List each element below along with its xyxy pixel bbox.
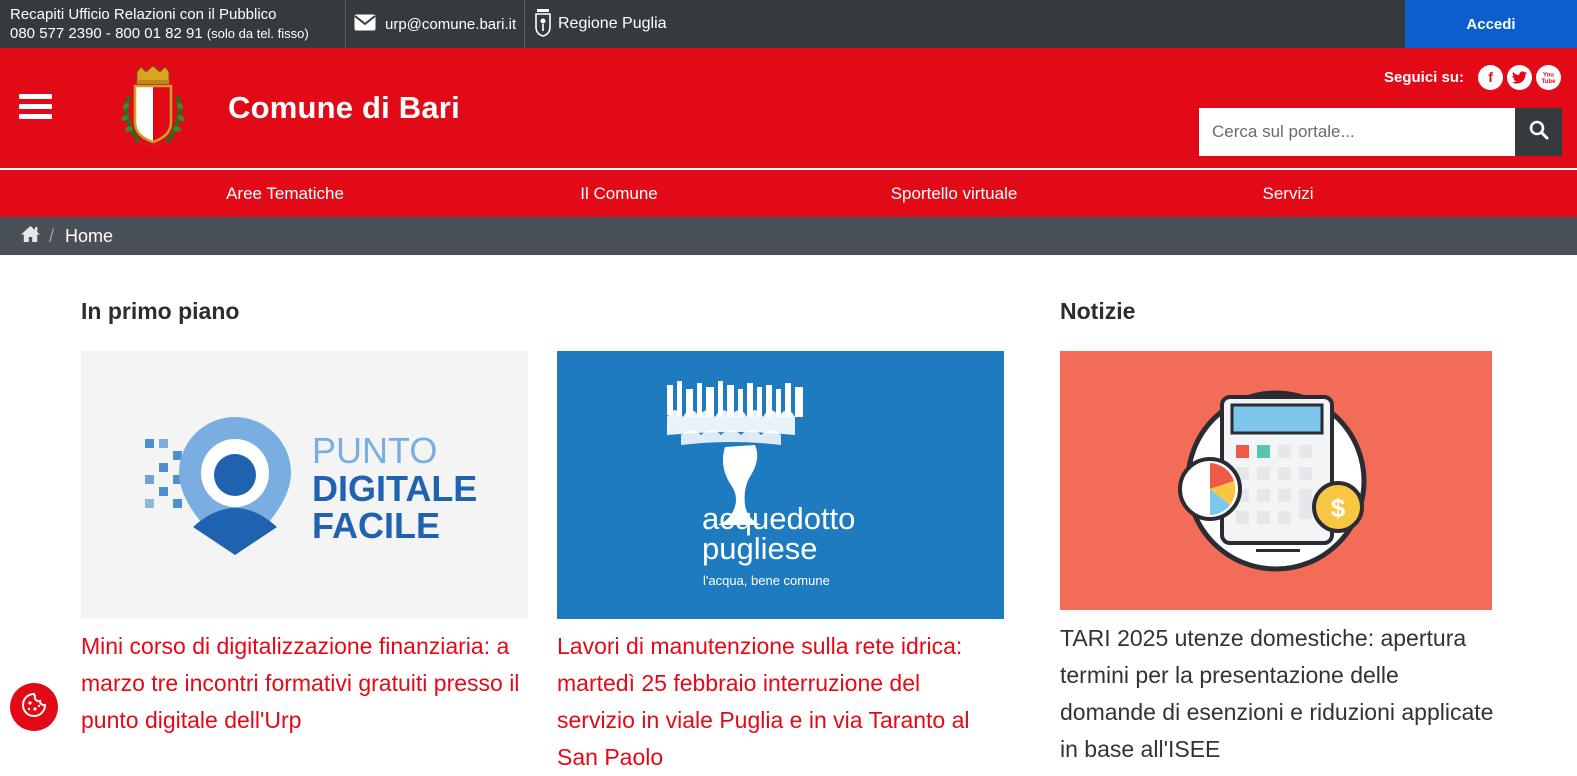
svg-text:$: $: [1331, 493, 1346, 523]
urp-contacts: Recapiti Ufficio Relazioni con il Pubbli…: [10, 5, 309, 43]
email-address: urp@comune.bari.it: [385, 15, 517, 33]
breadcrumb: / Home: [0, 217, 1577, 255]
nav-item-sportello-virtuale[interactable]: Sportello virtuale: [891, 170, 1018, 217]
nav-item-aree-tematiche[interactable]: Aree Tematiche: [226, 170, 344, 217]
logo-text-pugliese: pugliese: [702, 531, 817, 566]
nav-item-servizi[interactable]: Servizi: [1262, 170, 1313, 217]
search-icon: [1529, 120, 1549, 145]
regione-puglia-link[interactable]: Regione Puglia: [534, 0, 667, 48]
card-title-manutenzione-rete-idrica[interactable]: Lavori di manutenzione sulla rete idrica…: [557, 628, 1004, 776]
breadcrumb-current: Home: [65, 225, 114, 246]
divider: [524, 0, 525, 48]
regione-label: Regione Puglia: [558, 15, 667, 32]
main-navigation: Aree Tematiche Il Comune Sportello virtu…: [0, 170, 1577, 217]
urp-phone-note: (solo da tel. fisso): [206, 26, 309, 41]
svg-text:Tube: Tube: [1542, 79, 1556, 85]
follow-label: Seguici su:: [1384, 68, 1465, 86]
search-input[interactable]: [1199, 108, 1515, 156]
site-title[interactable]: Comune di Bari: [228, 90, 460, 126]
logo-text-facile: FACILE: [312, 505, 440, 546]
logo-text-punto: PUNTO: [312, 430, 437, 471]
email-link[interactable]: urp@comune.bari.it: [354, 0, 516, 48]
cookie-icon: [21, 692, 47, 723]
twitter-icon[interactable]: [1507, 64, 1533, 90]
urp-contacts-title: Recapiti Ufficio Relazioni con il Pubbli…: [10, 6, 277, 23]
card-image-acquedotto[interactable]: acquedotto pugliese l'acqua, bene comune: [557, 351, 1004, 619]
cookie-settings-button[interactable]: [10, 683, 58, 731]
urp-phone-numbers[interactable]: 080 577 2390 - 800 01 82 91: [10, 25, 203, 42]
logo-text-digitale: DIGITALE: [312, 468, 477, 509]
svg-text:You: You: [1543, 72, 1554, 78]
regione-crest-icon: [534, 7, 552, 42]
top-utility-bar: Recapiti Ufficio Relazioni con il Pubbli…: [0, 0, 1577, 48]
news-image-tari[interactable]: $: [1060, 351, 1492, 610]
logo-tagline: l'acqua, bene comune: [703, 573, 830, 588]
social-links: Seguici su: f You Tube: [1384, 64, 1562, 90]
envelope-icon: [354, 14, 376, 35]
breadcrumb-separator: /: [49, 225, 55, 246]
home-icon[interactable]: [20, 225, 41, 248]
section-heading-primo-piano: In primo piano: [81, 298, 240, 324]
search-button[interactable]: [1515, 108, 1562, 156]
nav-item-il-comune[interactable]: Il Comune: [580, 170, 657, 217]
menu-icon[interactable]: [19, 94, 52, 120]
login-button[interactable]: Accedi: [1405, 0, 1577, 48]
facebook-icon[interactable]: f: [1478, 64, 1504, 90]
site-header: Comune di Bari Seguici su: f You Tube: [0, 48, 1577, 168]
comune-crest-logo[interactable]: [117, 65, 189, 150]
youtube-icon[interactable]: You Tube: [1536, 64, 1562, 90]
card-title-digitalizzazione[interactable]: Mini corso di digitalizzazione finanziar…: [81, 628, 528, 739]
divider: [345, 0, 346, 48]
card-image-punto-digitale[interactable]: PUNTO DIGITALE FACILE: [81, 351, 528, 619]
news-title-tari[interactable]: TARI 2025 utenze domestiche: apertura te…: [1060, 620, 1500, 768]
section-heading-notizie: Notizie: [1060, 298, 1136, 324]
